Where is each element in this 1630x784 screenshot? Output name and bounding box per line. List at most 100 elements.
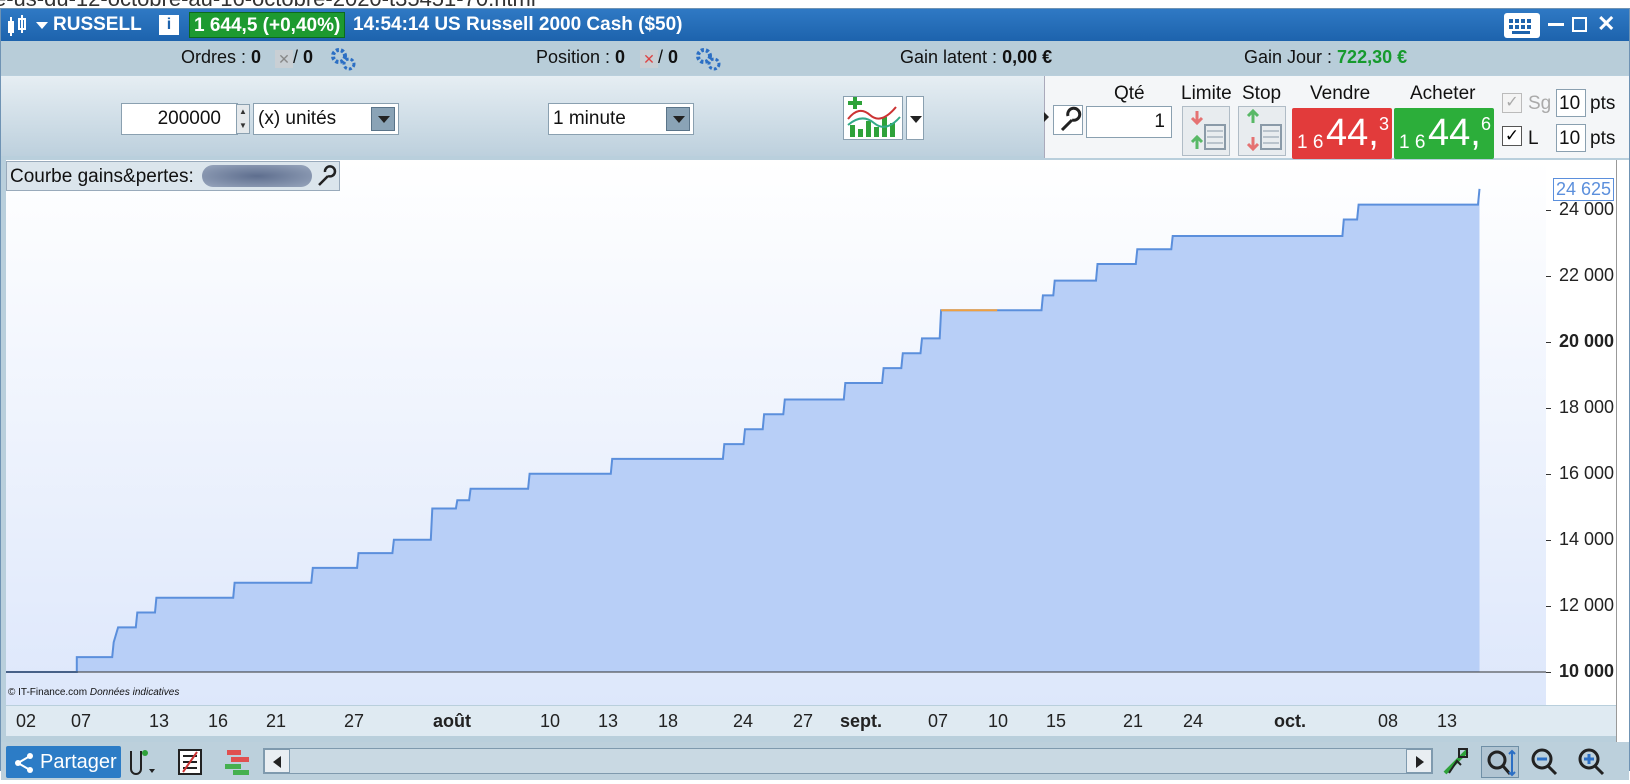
buy-button[interactable]: 1 6 44, 6 bbox=[1394, 108, 1494, 159]
last-value-label: 24 625 bbox=[1552, 177, 1614, 201]
stop-order-icon[interactable] bbox=[1238, 106, 1286, 156]
y-tick-label: 24 000 bbox=[1558, 198, 1614, 219]
chart-label-text: Courbe gains&pertes: bbox=[10, 166, 194, 187]
x-tick-label: août bbox=[433, 711, 471, 731]
orders-label: Ordres : 0 bbox=[181, 47, 262, 67]
x-tick-label: 13 bbox=[597, 711, 619, 731]
price-change-badge: 1 644,5 (+0,40%) bbox=[189, 12, 346, 38]
l-label: L bbox=[1528, 128, 1539, 149]
right-scrollbar[interactable] bbox=[1616, 160, 1629, 742]
position-label: Position : 0 bbox=[536, 47, 626, 67]
y-tick-mark bbox=[1546, 407, 1551, 409]
wrench-icon[interactable] bbox=[1053, 105, 1083, 135]
panel-expand-icon[interactable] bbox=[1044, 112, 1049, 122]
indicator-icon[interactable] bbox=[843, 96, 903, 140]
y-tick-label: 12 000 bbox=[1558, 594, 1614, 615]
position-gear-icon[interactable] bbox=[694, 46, 722, 77]
chart-settings-wrench-icon[interactable] bbox=[314, 164, 338, 194]
y-tick-mark bbox=[1546, 341, 1551, 343]
limit-order-icon[interactable] bbox=[1182, 106, 1230, 156]
x-tick-label: 24 bbox=[732, 711, 754, 731]
url-fragment: e-us-du-12-octobre-au-16-octobre-2020-t3… bbox=[0, 0, 536, 8]
equity-curve-chart bbox=[6, 160, 1546, 705]
gear-icon[interactable] bbox=[329, 46, 357, 77]
x-tick-label: 27 bbox=[343, 711, 365, 731]
x-tick-label: 24 bbox=[1182, 711, 1204, 731]
cancel-orders-icon[interactable]: ✕ bbox=[275, 50, 293, 68]
blurred-account-name bbox=[202, 165, 312, 187]
sg-label: Sg bbox=[1528, 93, 1552, 114]
chart-label[interactable]: Courbe gains&pertes: bbox=[6, 161, 340, 191]
orders-count-2: / 0 bbox=[293, 47, 314, 67]
x-tick-label: oct. bbox=[1273, 711, 1307, 731]
y-tick-mark bbox=[1546, 275, 1551, 277]
close-position-icon[interactable]: ✕ bbox=[640, 50, 658, 68]
x-tick-label: 08 bbox=[1377, 711, 1399, 731]
scroll-left-button[interactable] bbox=[264, 749, 290, 773]
quantity-input[interactable]: 200000 bbox=[121, 103, 238, 135]
instrument-name[interactable]: RUSSELL bbox=[53, 14, 142, 36]
candlestick-icon[interactable] bbox=[5, 15, 35, 43]
gain-latent: Gain latent : 0,00 € bbox=[900, 47, 1053, 67]
y-tick-mark bbox=[1546, 605, 1551, 607]
list-icon[interactable] bbox=[177, 748, 203, 781]
qty-input[interactable]: 1 bbox=[1086, 106, 1172, 138]
zoom-out-icon[interactable] bbox=[1529, 747, 1561, 782]
x-tick-label: 27 bbox=[792, 711, 814, 731]
x-tick-label: 16 bbox=[207, 711, 229, 731]
zoom-fit-icon[interactable] bbox=[1481, 746, 1519, 778]
stop-header: Stop bbox=[1242, 83, 1282, 104]
x-tick-label: 07 bbox=[927, 711, 949, 731]
y-tick-mark bbox=[1546, 473, 1551, 475]
maximize-icon[interactable] bbox=[1572, 17, 1587, 32]
x-tick-label: 07 bbox=[70, 711, 92, 731]
gain-jour: Gain Jour : 722,30 € bbox=[1244, 47, 1408, 67]
quantity-stepper[interactable]: ▲ ▼ bbox=[236, 104, 250, 134]
title-bar: RUSSELL i 1 644,5 (+0,40%) 14:54:14 US R… bbox=[1, 9, 1629, 41]
close-icon[interactable]: ✕ bbox=[1597, 11, 1615, 37]
minimize-icon[interactable] bbox=[1548, 23, 1564, 26]
x-tick-label: 10 bbox=[539, 711, 561, 731]
x-axis: 02 07 13 16 21 27 août 10 13 18 24 27 sept. 07 10 15 21 2… bbox=[6, 706, 1616, 736]
sg-pts-input[interactable]: 10 bbox=[1556, 89, 1586, 117]
l-checkbox[interactable]: ✓ bbox=[1502, 126, 1522, 146]
timeframe-dropdown-arrow[interactable] bbox=[666, 107, 690, 131]
info-icon[interactable]: i bbox=[159, 15, 179, 35]
chevron-down-icon[interactable] bbox=[36, 22, 48, 29]
order-book-icon[interactable] bbox=[223, 748, 253, 781]
scroll-right-button[interactable] bbox=[1406, 749, 1432, 773]
y-tick-mark bbox=[1546, 671, 1551, 673]
copyright-text: © IT-Finance.com Données indicatives bbox=[8, 687, 180, 698]
l-pts-label: pts bbox=[1590, 128, 1616, 149]
x-tick-label: 15 bbox=[1045, 711, 1067, 731]
sell-button[interactable]: 1 6 44, 3 bbox=[1292, 108, 1392, 159]
indicator-dropdown-chevron-icon[interactable] bbox=[906, 96, 924, 140]
share-button[interactable]: Partager bbox=[6, 746, 121, 778]
limit-header: Limite bbox=[1181, 83, 1232, 104]
buy-header: Acheter bbox=[1410, 83, 1476, 104]
share-icon bbox=[12, 751, 36, 781]
x-tick-label: 13 bbox=[1436, 711, 1458, 731]
account-info-bar: Ordres : 0 ✕ / 0 Position : 0 ✕ / 0 Gain… bbox=[1, 41, 1629, 75]
y-tick-label: 20 000 bbox=[1558, 330, 1614, 351]
horizontal-scrollbar[interactable] bbox=[263, 748, 1433, 774]
l-pts-input[interactable]: 10 bbox=[1556, 124, 1586, 152]
zoom-in-icon[interactable] bbox=[1576, 747, 1608, 782]
x-tick-label: 18 bbox=[657, 711, 679, 731]
browser-url-strip: e-us-du-12-octobre-au-16-octobre-2020-t3… bbox=[0, 0, 1630, 8]
keyboard-icon[interactable] bbox=[1504, 13, 1540, 38]
drawing-tools-icon[interactable] bbox=[125, 747, 159, 782]
sell-header: Vendre bbox=[1310, 83, 1371, 104]
x-tick-label: sept. bbox=[839, 711, 883, 731]
sg-checkbox[interactable]: ✓ bbox=[1502, 93, 1522, 113]
auto-scale-icon[interactable] bbox=[1441, 747, 1471, 782]
y-tick-mark bbox=[1546, 209, 1551, 211]
y-axis: 24 000 22 000 20 000 18 000 16 000 14 000 12 0… bbox=[1546, 160, 1616, 705]
x-tick-label: 10 bbox=[987, 711, 1009, 731]
instrument-description: 14:54:14 US Russell 2000 Cash ($50) bbox=[353, 14, 683, 35]
equity-chart-pane[interactable]: © IT-Finance.com Données indicatives bbox=[6, 160, 1546, 705]
chart-window: RUSSELL i 1 644,5 (+0,40%) 14:54:14 US R… bbox=[0, 8, 1630, 780]
y-tick-label: 16 000 bbox=[1558, 462, 1614, 483]
y-tick-mark bbox=[1546, 539, 1551, 541]
unit-dropdown-arrow[interactable] bbox=[371, 107, 395, 131]
